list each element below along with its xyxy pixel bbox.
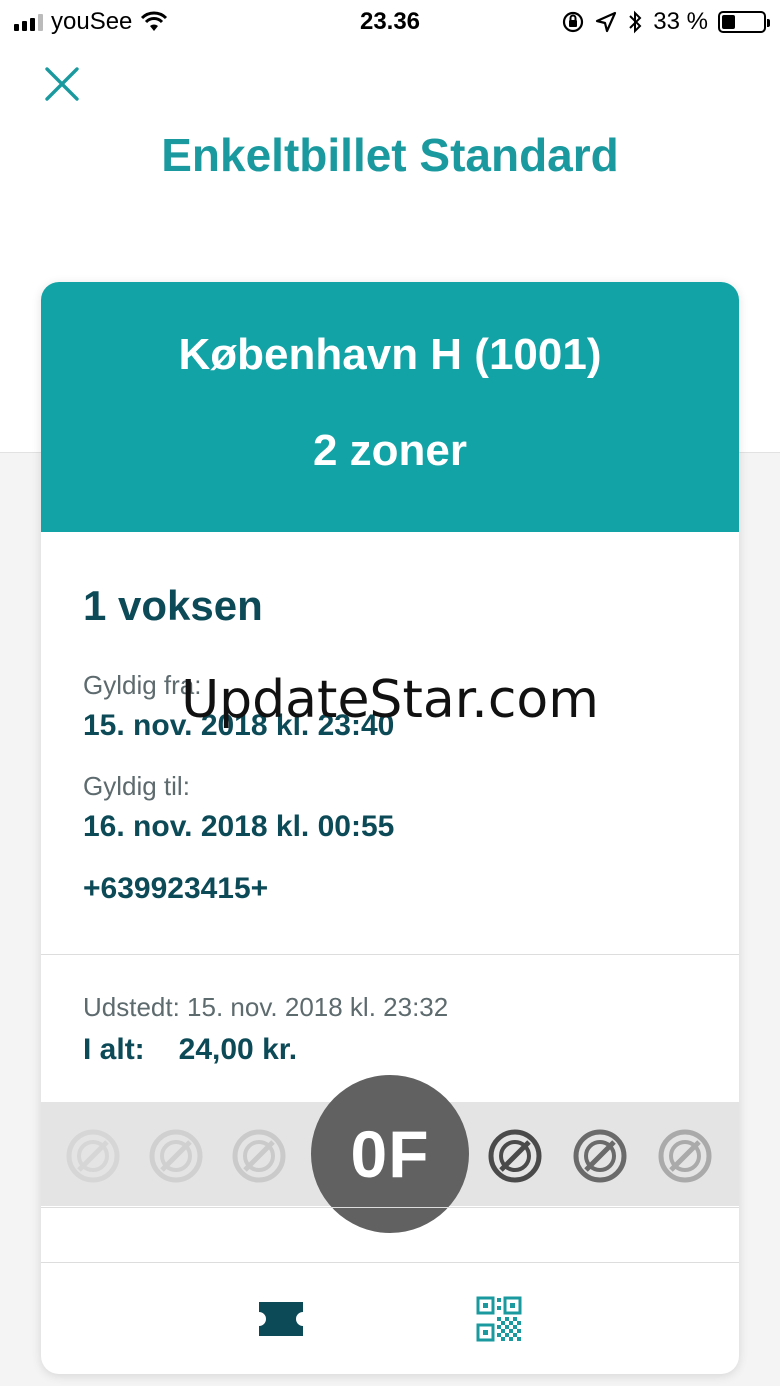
issued-date: Udstedt: 15. nov. 2018 kl. 23:32	[83, 992, 449, 1022]
din-offentlige-logo-icon	[232, 1129, 286, 1183]
ticket-header: København H (1001) 2 zoner	[41, 282, 739, 532]
status-right: 33 %	[561, 8, 770, 36]
battery-icon	[718, 11, 770, 33]
status-bar: youSee 23.36 33 %	[0, 0, 780, 44]
ticket-icon	[259, 1301, 303, 1336]
control-code-badge: 0F	[311, 1075, 469, 1233]
din-offentlige-logo-icon	[149, 1129, 203, 1183]
din-offentlige-logo-icon	[488, 1129, 542, 1183]
din-offentlige-logo-icon	[66, 1129, 120, 1183]
valid-from-value: 15. nov. 2018 kl. 23:40	[83, 709, 395, 742]
qr-tab[interactable]	[473, 1293, 525, 1345]
close-button[interactable]	[40, 62, 84, 106]
issued-block: Udstedt: 15. nov. 2018 kl. 23:32 I alt: …	[83, 992, 703, 1067]
carrier-name: youSee	[51, 8, 133, 35]
signal-strength-icon	[14, 13, 43, 31]
close-icon	[45, 67, 79, 101]
ticket-card: København H (1001) 2 zoner 1 voksen Gyld…	[41, 282, 739, 1374]
bluetooth-icon	[629, 10, 642, 34]
total-label: I alt:	[83, 1033, 145, 1066]
battery-percent: 33 %	[653, 8, 708, 35]
ticket-station: København H (1001)	[178, 330, 602, 379]
total-row: I alt: 24,00 kr.	[83, 1033, 703, 1067]
passenger-count: 1 voksen	[83, 582, 263, 629]
divider	[41, 954, 739, 955]
total-value: 24,00 kr.	[178, 1033, 298, 1066]
ticket-tab[interactable]	[255, 1293, 307, 1345]
ticket-tab-bar	[41, 1262, 739, 1374]
location-icon	[596, 11, 617, 33]
ticket-details: 1 voksen Gyldig fra: 15. nov. 2018 kl. 2…	[41, 532, 739, 906]
ticket-number: +639923415+	[83, 872, 269, 905]
status-left: youSee	[14, 8, 168, 36]
qr-code-icon	[476, 1296, 522, 1341]
din-offentlige-logo-icon	[658, 1129, 712, 1183]
battery-level	[722, 15, 736, 29]
din-offentlige-logo-icon	[573, 1129, 627, 1183]
ticket-zones: 2 zoner	[312, 426, 468, 475]
valid-from-label: Gyldig fra:	[83, 670, 202, 700]
orientation-lock-icon	[563, 11, 584, 33]
valid-to-value: 16. nov. 2018 kl. 00:55	[83, 810, 395, 843]
wifi-icon	[141, 11, 168, 31]
page-title: Enkeltbillet Standard	[161, 129, 619, 181]
divider	[41, 1207, 739, 1208]
valid-to-label: Gyldig til:	[83, 771, 190, 801]
